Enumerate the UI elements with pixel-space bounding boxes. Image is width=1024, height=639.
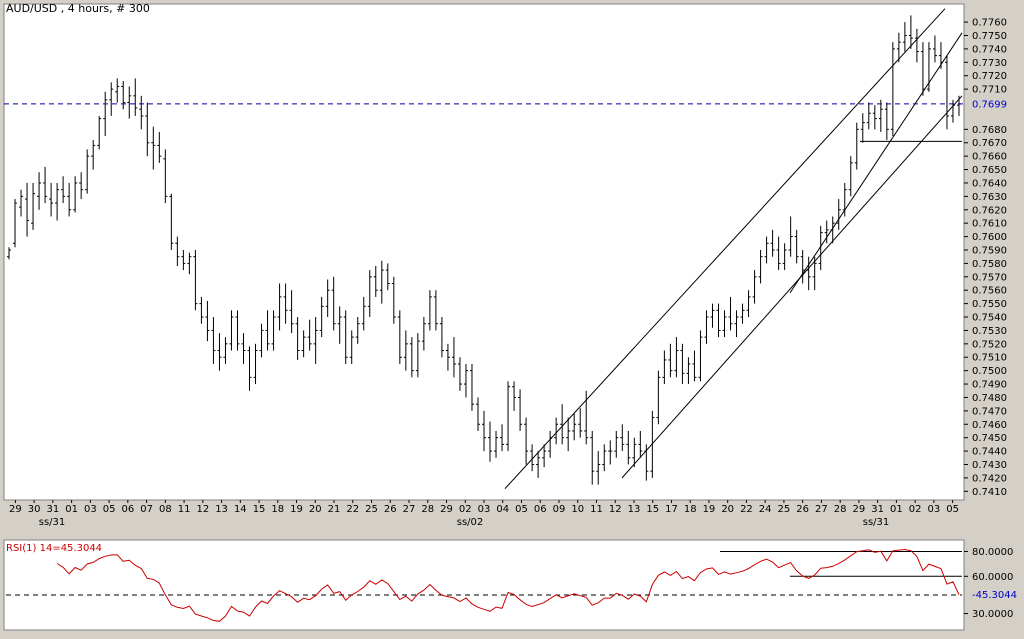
x-day-label: 07 bbox=[140, 504, 153, 515]
y-tick-label: 0.7450 bbox=[972, 433, 1007, 444]
x-day-label: 18 bbox=[271, 504, 284, 515]
y-tick-label: 0.7520 bbox=[972, 339, 1007, 350]
x-day-label: 26 bbox=[384, 504, 397, 515]
x-month-label: ss/02 bbox=[457, 517, 484, 528]
x-day-label: 26 bbox=[796, 504, 809, 515]
x-day-label: 15 bbox=[253, 504, 266, 515]
y-tick-label: 0.7740 bbox=[972, 44, 1007, 55]
x-day-label: 29 bbox=[853, 504, 866, 515]
x-day-label: 05 bbox=[515, 504, 528, 515]
x-day-label: 13 bbox=[628, 504, 641, 515]
x-day-label: 12 bbox=[609, 504, 622, 515]
y-tick-label: 0.7610 bbox=[972, 219, 1007, 230]
y-tick-label: 0.7670 bbox=[972, 138, 1007, 149]
rsi-tick-label: 30.0000 bbox=[972, 609, 1013, 620]
x-day-label: 20 bbox=[721, 504, 734, 515]
x-day-label: 31 bbox=[46, 504, 59, 515]
x-day-label: 28 bbox=[421, 504, 434, 515]
x-day-label: 18 bbox=[684, 504, 697, 515]
y-tick-label: 0.7580 bbox=[972, 259, 1007, 270]
y-tick-label: 0.7460 bbox=[972, 420, 1007, 431]
x-day-label: 01 bbox=[65, 504, 78, 515]
y-tick-label: 0.7570 bbox=[972, 272, 1007, 283]
x-day-label: 09 bbox=[553, 504, 566, 515]
x-day-label: 22 bbox=[740, 504, 753, 515]
y-tick-label: 0.7540 bbox=[972, 313, 1007, 324]
y-tick-label: 0.7660 bbox=[972, 152, 1007, 163]
rsi-tick-label: 60.0000 bbox=[972, 572, 1013, 583]
y-tick-label: 0.7760 bbox=[972, 18, 1007, 29]
x-day-label: 31 bbox=[871, 504, 884, 515]
rsi-pane[interactable] bbox=[3, 539, 965, 631]
x-day-label: 21 bbox=[328, 504, 341, 515]
x-day-label: 30 bbox=[28, 504, 41, 515]
x-day-label: 19 bbox=[290, 504, 303, 515]
x-day-label: 22 bbox=[346, 504, 359, 515]
x-day-label: 01 bbox=[890, 504, 903, 515]
x-day-label: 03 bbox=[928, 504, 941, 515]
x-day-label: 04 bbox=[496, 504, 509, 515]
x-day-label: 11 bbox=[590, 504, 603, 515]
y-tick-label: 0.7510 bbox=[972, 353, 1007, 364]
rsi-title: RSI(1) 14=45.3044 bbox=[6, 543, 102, 554]
y-tick-label: 0.7590 bbox=[972, 245, 1007, 256]
y-tick-label: 0.7420 bbox=[972, 473, 1007, 484]
y-tick-label: 0.7470 bbox=[972, 406, 1007, 417]
x-day-label: 19 bbox=[703, 504, 716, 515]
x-day-label: 05 bbox=[103, 504, 116, 515]
x-day-label: 25 bbox=[365, 504, 378, 515]
y-tick-label: 0.7410 bbox=[972, 487, 1007, 498]
y-tick-label: 0.7730 bbox=[972, 58, 1007, 69]
x-day-label: 27 bbox=[815, 504, 828, 515]
x-day-label: 03 bbox=[84, 504, 97, 515]
x-day-label: 02 bbox=[909, 504, 922, 515]
x-day-label: 29 bbox=[440, 504, 453, 515]
x-day-label: 12 bbox=[196, 504, 209, 515]
y-tick-label: 0.7560 bbox=[972, 286, 1007, 297]
x-day-label: 28 bbox=[834, 504, 847, 515]
y-tick-label: 0.7620 bbox=[972, 205, 1007, 216]
x-day-label: 24 bbox=[759, 504, 772, 515]
y-tick-label: 0.7550 bbox=[972, 299, 1007, 310]
rsi-tick-label: 80.0000 bbox=[972, 547, 1013, 558]
y-tick-label: 0.7750 bbox=[972, 31, 1007, 42]
y-tick-label: 0.7440 bbox=[972, 447, 1007, 458]
x-month-label: ss/31 bbox=[863, 517, 890, 528]
y-tick-label: 0.7530 bbox=[972, 326, 1007, 337]
x-day-label: 13 bbox=[215, 504, 228, 515]
x-day-label: 27 bbox=[403, 504, 416, 515]
y-tick-label: 0.7650 bbox=[972, 165, 1007, 176]
current-price-label: 0.7699 bbox=[972, 99, 1007, 110]
y-tick-label: 0.7600 bbox=[972, 232, 1007, 243]
x-day-label: 17 bbox=[665, 504, 678, 515]
x-day-label: 08 bbox=[159, 504, 172, 515]
x-day-label: 11 bbox=[178, 504, 191, 515]
rsi-current-label: -45.3044 bbox=[972, 590, 1017, 601]
y-tick-label: 0.7680 bbox=[972, 125, 1007, 136]
x-day-label: 02 bbox=[459, 504, 472, 515]
y-tick-label: 0.7430 bbox=[972, 460, 1007, 471]
y-tick-label: 0.7480 bbox=[972, 393, 1007, 404]
chart-title: AUD/USD , 4 hours, # 300 bbox=[6, 2, 150, 15]
y-tick-label: 0.7640 bbox=[972, 178, 1007, 189]
x-day-label: 05 bbox=[946, 504, 959, 515]
x-day-label: 15 bbox=[646, 504, 659, 515]
y-tick-label: 0.7630 bbox=[972, 192, 1007, 203]
y-tick-label: 0.7710 bbox=[972, 85, 1007, 96]
x-day-label: 29 bbox=[9, 504, 22, 515]
x-day-label: 06 bbox=[121, 504, 134, 515]
x-day-label: 03 bbox=[478, 504, 491, 515]
x-day-label: 10 bbox=[571, 504, 584, 515]
y-tick-label: 0.7500 bbox=[972, 366, 1007, 377]
chart-window: AUD/USD , 4 hours, # 300 0.7760 0.7750 0.7… bbox=[0, 0, 1024, 635]
chart-canvas: AUD/USD , 4 hours, # 300 0.7760 0.7750 0.7… bbox=[3, 2, 1017, 631]
x-day-label: 06 bbox=[534, 504, 547, 515]
y-tick-label: 0.7490 bbox=[972, 380, 1007, 391]
x-day-label: 20 bbox=[309, 504, 322, 515]
x-day-label: 25 bbox=[778, 504, 791, 515]
x-month-label: ss/31 bbox=[39, 517, 66, 528]
x-day-label: 14 bbox=[234, 504, 247, 515]
y-tick-label: 0.7720 bbox=[972, 71, 1007, 82]
